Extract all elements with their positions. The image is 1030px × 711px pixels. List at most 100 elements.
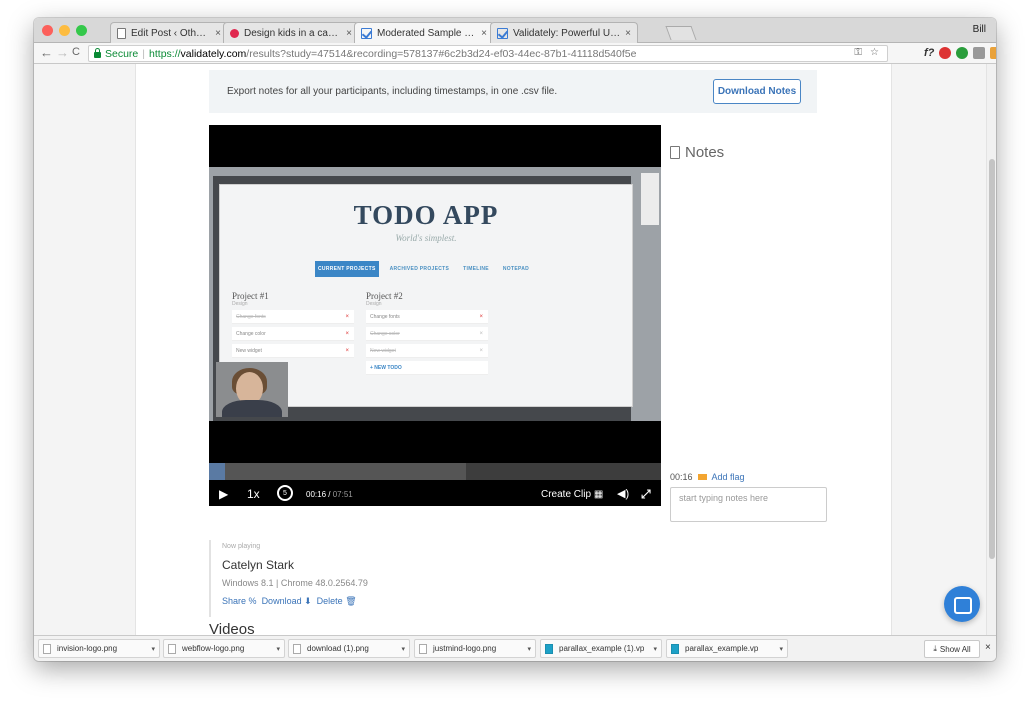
video-controls: ▶ 1x 5 00:16 / 07:51 Create Clip ▦ ◀) ⤢ [209, 482, 661, 506]
grid-extension-icon[interactable] [973, 46, 986, 59]
close-tab-icon[interactable]: × [481, 28, 487, 39]
tab-design-kids[interactable]: Design kids in a candy shop | × [223, 22, 359, 43]
delete-x-icon: × [345, 313, 349, 320]
forward-arrow-icon[interactable]: → [56, 45, 69, 60]
recording-actions: Share % Download ⬇ Delete 🗑 [222, 596, 368, 607]
delete-x-icon: × [479, 313, 483, 320]
download-icon: ⬇ [304, 596, 312, 606]
buffered-range [209, 463, 466, 480]
download-item[interactable]: invision-logo.png ▾ [38, 639, 160, 658]
todo-app-tabs: CURRENT PROJECTS ARCHIVED PROJECTS TIMEL… [315, 261, 532, 277]
video-progress-bar[interactable] [209, 463, 661, 480]
now-playing-label: Now playing [222, 543, 261, 550]
delete-link[interactable]: Delete 🗑 [317, 596, 357, 607]
export-notes-text: Export notes for all your participants, … [227, 86, 558, 97]
chat-launcher-button[interactable] [944, 586, 980, 622]
document-icon [117, 27, 126, 39]
todo-app-subtitle: World's simplest. [395, 233, 457, 243]
show-all-downloads-button[interactable]: ⤓ Show All [924, 640, 980, 658]
close-shelf-icon[interactable]: × [985, 642, 991, 653]
close-tab-icon[interactable]: × [625, 28, 631, 39]
bookmark-star-icon[interactable]: ☆ [870, 47, 879, 58]
pinterest-icon[interactable] [939, 46, 952, 59]
project-name: Project #1 [232, 291, 269, 301]
notes-input[interactable]: start typing notes here [670, 487, 827, 522]
close-tab-icon[interactable]: × [346, 28, 352, 39]
tab-moderated-sample[interactable]: Moderated Sample - Validately × [354, 22, 494, 44]
download-item[interactable]: webflow-logo.png ▾ [163, 639, 285, 658]
download-item[interactable]: parallax_example.vp ▾ [666, 639, 788, 658]
note-flag-line: 00:16 Add flag [670, 472, 745, 482]
omnibox-actions: ⚿ ☆ [854, 47, 879, 58]
notes-header: Notes [670, 144, 724, 161]
delete-x-icon: × [479, 330, 483, 337]
rewind-5-icon[interactable]: 5 [277, 485, 293, 501]
chevron-down-icon[interactable]: ▾ [527, 645, 531, 653]
download-item[interactable]: parallax_example (1).vp ▾ [540, 639, 662, 658]
close-window-button[interactable] [42, 25, 53, 36]
share-icon: % [248, 596, 257, 606]
todo-app-title: TODO APP [353, 200, 499, 230]
maximize-window-button[interactable] [76, 25, 87, 36]
todo-row: New widget × [232, 344, 354, 358]
browser-window: Edit Post ‹ Other Media — Wo × Design ki… [34, 18, 996, 661]
font-extension-icon[interactable]: f? [924, 47, 934, 59]
todo-row: Change fonts × [232, 310, 354, 324]
speed-button[interactable]: 1x [247, 487, 260, 501]
participant-system: Windows 8.1 | Chrome 48.0.2564.79 [222, 578, 368, 588]
new-tab-button[interactable] [665, 26, 697, 40]
video-player[interactable]: TODO APP World's simplest. CURRENT PROJE… [209, 125, 661, 506]
todo-tab: ARCHIVED PROJECTS [389, 266, 450, 272]
project-column-1: Project #1 Design Change fonts × Change c… [232, 291, 354, 361]
close-tab-icon[interactable]: × [215, 28, 221, 39]
download-item[interactable]: justmind-logo.png ▾ [414, 639, 536, 658]
tab-edit-post[interactable]: Edit Post ‹ Other Media — Wo × [110, 22, 228, 43]
profile-name[interactable]: Bill [973, 24, 986, 35]
chevron-down-icon[interactable]: ▾ [779, 645, 783, 653]
validately-icon [361, 28, 372, 39]
todo-row: New widget × [366, 344, 488, 358]
check-extension-icon[interactable] [956, 46, 969, 59]
volume-icon[interactable]: ◀) [617, 487, 629, 500]
address-bar[interactable]: Secure | https://validately.com/results?… [88, 45, 888, 62]
download-item[interactable]: download (1).png ▾ [288, 639, 410, 658]
todo-row: Change color × [232, 327, 354, 341]
document-icon [670, 146, 680, 159]
window-controls [42, 25, 87, 36]
add-flag-link[interactable]: Add flag [712, 472, 745, 482]
separator: | [142, 47, 146, 60]
chevron-down-icon[interactable]: ▾ [151, 645, 155, 653]
reload-icon[interactable]: C [72, 46, 80, 58]
play-icon[interactable]: ▶ [219, 487, 228, 501]
image-file-icon [168, 643, 176, 654]
tab-validately-research[interactable]: Validately: Powerful User Rese × [490, 22, 638, 43]
palette-extension-icon[interactable] [990, 46, 996, 59]
share-link[interactable]: Share % [222, 596, 257, 607]
back-arrow-icon[interactable]: ← [40, 45, 53, 60]
scrollbar-thumb[interactable] [989, 159, 995, 559]
recorded-sidebar [641, 173, 659, 225]
download-shelf: invision-logo.png ▾ webflow-logo.png ▾ dow… [34, 635, 996, 661]
page-scrollbar[interactable] [986, 64, 996, 635]
key-icon[interactable]: ⚿ [854, 47, 862, 58]
todo-row: Change fonts × [366, 310, 488, 324]
fullscreen-icon[interactable]: ⤢ [641, 487, 651, 502]
create-clip-button[interactable]: Create Clip ▦ [541, 489, 603, 500]
minimize-window-button[interactable] [59, 25, 70, 36]
chevron-down-icon[interactable]: ▾ [276, 645, 280, 653]
project-column-2: Project #2 Design Change fonts × Change c… [366, 291, 488, 378]
export-notes-bar: Export notes for all your participants, … [209, 70, 817, 113]
participant-name: Catelyn Stark [222, 558, 295, 572]
page-viewport: Export notes for all your participants, … [34, 64, 996, 635]
image-file-icon [43, 643, 51, 654]
project-sub: Design [366, 301, 382, 307]
delete-x-icon: × [345, 347, 349, 354]
chevron-down-icon[interactable]: ▾ [401, 645, 405, 653]
download-notes-button[interactable]: Download Notes [713, 79, 801, 104]
chevron-down-icon[interactable]: ▾ [653, 645, 657, 653]
download-link[interactable]: Download ⬇ [262, 596, 312, 607]
secure-indicator[interactable]: Secure [94, 47, 138, 60]
extensions-area: f? ⋮ [924, 46, 996, 59]
project-name: Project #2 [366, 291, 403, 301]
todo-tab: NOTEPAD [502, 266, 530, 272]
